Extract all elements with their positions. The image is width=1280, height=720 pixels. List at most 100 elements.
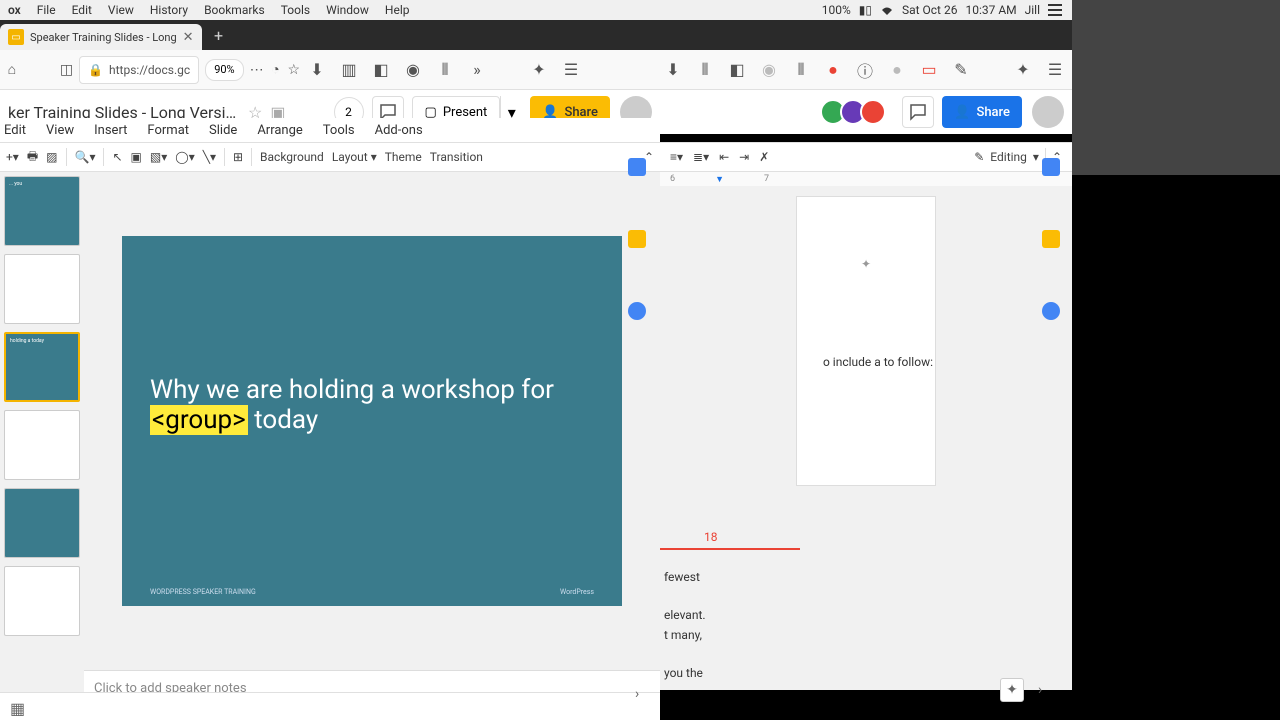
keep-tab-icon[interactable] bbox=[1042, 230, 1060, 248]
next-slide-arrow-icon[interactable]: › bbox=[635, 686, 639, 702]
theme-button[interactable]: Theme bbox=[385, 150, 422, 164]
new-tab-button[interactable]: + bbox=[206, 22, 232, 48]
ext4-icon[interactable]: ● bbox=[822, 59, 844, 81]
calendar-tab-icon[interactable] bbox=[628, 158, 646, 176]
menu-insert[interactable]: Insert bbox=[90, 123, 131, 138]
menu-file[interactable]: File bbox=[29, 3, 64, 17]
shape-icon[interactable]: ◯▾ bbox=[175, 150, 194, 164]
print-icon[interactable]: 🖶 bbox=[27, 147, 38, 168]
menu-arrange[interactable]: Arrange bbox=[253, 123, 306, 138]
menu-addons[interactable]: Add-ons bbox=[371, 123, 427, 138]
tasks-tab-icon[interactable] bbox=[628, 302, 646, 320]
menu-window[interactable]: Window bbox=[318, 3, 377, 17]
layout-button[interactable]: Layout▾ bbox=[332, 150, 377, 164]
eyedropper-icon[interactable]: ✎ bbox=[950, 59, 972, 81]
thumbnail[interactable] bbox=[4, 254, 80, 324]
download2-icon[interactable]: ⬇ bbox=[662, 59, 684, 81]
home-icon[interactable]: ⌂ bbox=[6, 59, 18, 81]
clear-format-icon[interactable]: ✗ bbox=[759, 150, 769, 164]
library-icon[interactable]: ▥ bbox=[338, 59, 360, 81]
thumbnail[interactable]: ... you bbox=[4, 176, 80, 246]
calendar-tab-icon[interactable] bbox=[1042, 158, 1060, 176]
ext2-icon[interactable]: ✦ bbox=[528, 59, 550, 81]
menu-view[interactable]: View bbox=[100, 3, 142, 17]
editing-mode[interactable]: Editing bbox=[990, 150, 1027, 164]
indent-marker-icon[interactable]: ▼ bbox=[715, 174, 724, 185]
menu-icon[interactable]: ☰ bbox=[560, 59, 582, 81]
zoom-tool[interactable]: 🔍▾ bbox=[75, 150, 96, 164]
ext3-icon[interactable]: ⦀ bbox=[790, 59, 812, 81]
image-icon[interactable]: ▧▾ bbox=[150, 150, 167, 164]
sidebar2-icon[interactable]: ◧ bbox=[726, 59, 748, 81]
zoom-level[interactable]: 90% bbox=[205, 59, 243, 81]
numbered-list-icon[interactable]: ≡▾ bbox=[670, 150, 683, 164]
ext1-icon[interactable]: ⦀ bbox=[434, 59, 456, 81]
menu-view[interactable]: View bbox=[42, 123, 78, 138]
shield-icon[interactable]: ◫ bbox=[60, 59, 73, 81]
indent-left-icon[interactable]: ⇤ bbox=[719, 150, 729, 164]
ext5-icon[interactable]: ⓘ bbox=[854, 59, 876, 81]
browser-tab[interactable]: ▭ Speaker Training Slides - Long ✕ bbox=[0, 24, 202, 50]
thumbnail-panel[interactable]: ... you holding a today bbox=[0, 172, 84, 720]
docs-explore-button[interactable]: ✦ bbox=[1000, 678, 1024, 702]
menu-edit[interactable]: Edit bbox=[0, 123, 30, 138]
thumbnail[interactable] bbox=[4, 488, 80, 558]
transition-button[interactable]: Transition bbox=[430, 150, 483, 164]
download-icon[interactable]: ⬇ bbox=[306, 59, 328, 81]
grid-view-icon[interactable]: ▦ bbox=[10, 699, 26, 715]
app-name[interactable]: ox bbox=[0, 3, 29, 17]
tasks-tab-icon[interactable] bbox=[1042, 302, 1060, 320]
keep-tab-icon[interactable] bbox=[628, 230, 646, 248]
doc-page[interactable]: ✦ o include a to follow: bbox=[796, 196, 936, 486]
docs-body[interactable]: ✦ o include a to follow: 18 fewest eleva… bbox=[660, 186, 1072, 690]
editing-dropdown-icon[interactable]: ▾ bbox=[1033, 150, 1039, 164]
docs-user-avatar[interactable] bbox=[1032, 96, 1064, 128]
menu-history[interactable]: History bbox=[142, 3, 196, 17]
more-icon[interactable]: ⋯ bbox=[250, 59, 264, 81]
ext8-icon[interactable]: ✦ bbox=[1012, 59, 1034, 81]
thumbnail[interactable]: holding a today bbox=[4, 332, 80, 402]
pocket-icon[interactable]: ◔ bbox=[270, 59, 282, 81]
menu-tools[interactable]: Tools bbox=[273, 3, 318, 17]
thumbnail[interactable] bbox=[4, 410, 80, 480]
menu2-icon[interactable]: ☰ bbox=[1044, 59, 1066, 81]
line-icon[interactable]: ╲▾ bbox=[203, 150, 216, 164]
menu-slide[interactable]: Slide bbox=[205, 123, 241, 138]
tab-close-icon[interactable]: ✕ bbox=[183, 30, 194, 45]
hamburger-icon[interactable] bbox=[1048, 4, 1062, 16]
menu-bookmarks[interactable]: Bookmarks bbox=[196, 3, 273, 17]
background-button[interactable]: Background bbox=[260, 150, 324, 164]
star-icon[interactable]: ☆ bbox=[287, 59, 300, 81]
tab-title: Speaker Training Slides - Long bbox=[30, 31, 177, 44]
collaborator-avatar[interactable] bbox=[860, 99, 886, 125]
menu-tools[interactable]: Tools bbox=[319, 123, 359, 138]
bullet-list-icon[interactable]: ≣▾ bbox=[693, 150, 709, 164]
sidebar-icon[interactable]: ◧ bbox=[370, 59, 392, 81]
user[interactable]: Jill bbox=[1025, 3, 1040, 17]
docs-ruler[interactable]: 6 ▼ 7 bbox=[660, 172, 1072, 186]
overflow-icon[interactable]: » bbox=[466, 59, 488, 81]
ext7-icon[interactable]: ▭ bbox=[918, 59, 940, 81]
docs-comments-button[interactable] bbox=[902, 96, 934, 128]
textbox-icon[interactable]: ▣ bbox=[131, 150, 142, 164]
current-slide[interactable]: Why we are holding a workshop for <group… bbox=[122, 236, 622, 606]
account-icon[interactable]: ◉ bbox=[402, 59, 424, 81]
select-icon[interactable]: ↖ bbox=[112, 150, 122, 164]
library2-icon[interactable]: ⦀ bbox=[694, 59, 716, 81]
paint-icon[interactable]: ▨ bbox=[46, 150, 57, 164]
new-slide-button[interactable]: +▾ bbox=[6, 150, 19, 164]
url-input[interactable]: 🔒 https://docs.gc bbox=[79, 56, 199, 84]
ext6-icon[interactable]: ● bbox=[886, 59, 908, 81]
menu-help[interactable]: Help bbox=[377, 3, 418, 17]
menu-edit[interactable]: Edit bbox=[64, 3, 100, 17]
docs-share-button[interactable]: 👤 Share bbox=[942, 96, 1022, 128]
thumbnail[interactable] bbox=[4, 566, 80, 636]
slide-canvas[interactable]: Why we are holding a workshop for <group… bbox=[84, 172, 660, 670]
collaborators[interactable] bbox=[826, 99, 886, 125]
menu-format[interactable]: Format bbox=[143, 123, 193, 138]
account2-icon[interactable]: ◉ bbox=[758, 59, 780, 81]
slide-title-text[interactable]: Why we are holding a workshop for <group… bbox=[150, 376, 594, 436]
indent-right-icon[interactable]: ⇥ bbox=[739, 150, 749, 164]
comment-add-icon[interactable]: ⊞ bbox=[233, 150, 243, 164]
docs-next-icon[interactable]: › bbox=[1038, 682, 1042, 698]
